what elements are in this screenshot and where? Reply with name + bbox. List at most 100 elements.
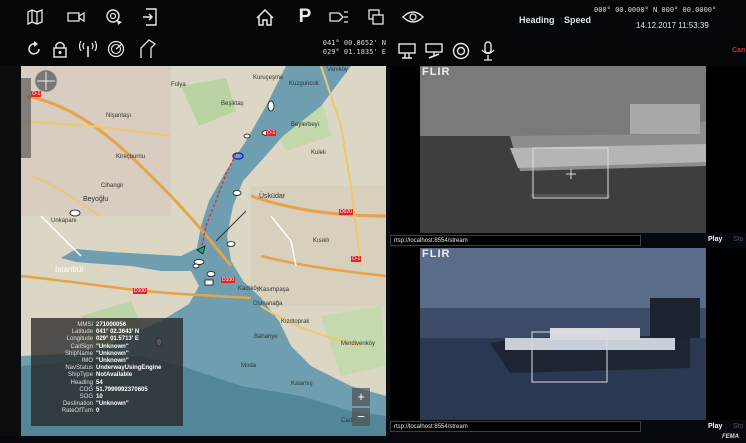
map-label: Vaniköy (327, 67, 348, 73)
antenna-icon[interactable] (78, 39, 98, 59)
ais-info-row: COG 51.7999992370605 (31, 387, 183, 394)
eye-icon[interactable] (401, 8, 425, 26)
map-label: Cihangir (101, 183, 124, 189)
ais-info-key: Latitude (71, 329, 93, 336)
stream-url-input[interactable]: rtsp://localhost:8554/stream (390, 235, 641, 246)
ais-info-value: 51.7999992370605 (96, 386, 148, 393)
latitude-readout: 041° 00.8652' N (322, 39, 386, 47)
map-label: Kısıklı (313, 238, 330, 244)
road-label: O-1 (266, 130, 277, 136)
radar-icon[interactable] (106, 39, 126, 59)
ais-info-row: ShipType NotAvailable (31, 372, 183, 379)
ais-info-row: SOG 10 (31, 394, 183, 401)
map-label: Beşiktaş (221, 101, 244, 107)
ais-info-value: NotAvailable (96, 372, 133, 379)
ais-info-row: Heading 54 (31, 380, 183, 387)
ais-info-value: 54 (96, 379, 103, 386)
ais-info-value: 041° 02.3643' N (96, 329, 140, 336)
zoom-out-button[interactable]: − (352, 408, 370, 426)
map-label: Merdivenköy (341, 341, 376, 347)
ais-info-key: MMSI (77, 322, 93, 328)
stream-url-input[interactable]: rtsp://localhost:8554/stream (390, 421, 641, 432)
play-button[interactable]: Play (708, 423, 722, 430)
ais-info-value: "Unknown" (96, 401, 129, 408)
flir-logo: FLIR (422, 248, 451, 260)
ais-info-key: IMO (81, 358, 93, 365)
ais-info-row: ShipName "Unknown" (31, 351, 183, 358)
ais-info-key: Destination (62, 401, 93, 408)
datetime: 14.12.2017 11:53:39 (636, 21, 709, 30)
home-icon[interactable] (255, 7, 275, 27)
ais-info-value: "Unknown" (96, 343, 129, 350)
parking-icon[interactable]: P (296, 6, 314, 28)
road-label: O-1 (351, 256, 362, 262)
map-label: Üsküdar (259, 193, 286, 200)
anchor-shape-icon[interactable] (138, 38, 158, 60)
camera-pan-icon[interactable] (397, 42, 417, 60)
camera-icon[interactable] (66, 8, 86, 26)
speed-label: Speed (564, 15, 592, 25)
cancel-link-partial[interactable]: Can (732, 47, 745, 54)
map-label: Unkapanı (51, 218, 77, 224)
road-label: D020 (339, 209, 353, 215)
ais-info-key: ShipType (67, 372, 93, 379)
ais-info-key: SOG (79, 394, 93, 401)
light-signal-icon[interactable] (328, 8, 350, 26)
map-label: Kireçburnu (116, 154, 146, 160)
map-label: Kalamış (291, 381, 313, 387)
ais-info-key: ShipName (64, 350, 93, 357)
map-label: Bahariye (254, 334, 278, 340)
ais-info-row: Longitude 029° 01.5713' E (31, 336, 183, 343)
microphone-icon[interactable] (480, 40, 496, 62)
ais-info-key: COG (79, 386, 93, 393)
ais-info-key: RateOfTurn (61, 408, 93, 415)
road-label: D100 (133, 288, 147, 294)
map-label: Beyoğlu (83, 196, 109, 203)
exit-icon[interactable] (141, 7, 159, 27)
ais-info-key: CallSign (70, 343, 93, 350)
ais-info-panel: MMSI 271000056 Latitude 041° 02.3643' N Long… (31, 318, 183, 426)
video-panel-top[interactable]: FLIR (390, 66, 746, 233)
ais-info-row: NavStatus UnderwayUsingEngine (31, 365, 183, 372)
ais-info-key: Heading (70, 379, 93, 386)
map-label: Kuleli (311, 150, 326, 156)
ais-info-value: 029° 01.5713' E (96, 336, 139, 343)
refresh-icon[interactable] (25, 40, 43, 58)
ais-info-row: CallSign "Unknown" (31, 344, 183, 351)
flir-logo: FLIR (422, 66, 451, 78)
stop-button[interactable]: Sto (733, 423, 744, 430)
ais-info-value: UnderwayUsingEngine (96, 365, 162, 372)
ais-info-key: NavStatus (65, 365, 93, 372)
video-panel-bottom[interactable]: FLIR (390, 248, 746, 420)
map-label: Beylerbeyi (291, 122, 320, 128)
stop-button[interactable]: Sto (733, 236, 744, 243)
ais-info-row: MMSI 271000056 (31, 322, 183, 329)
window-icon[interactable] (366, 8, 386, 26)
ais-info-key: Longitude (66, 336, 93, 343)
map-icon[interactable] (25, 8, 45, 26)
ais-info-value: 271000056 (96, 322, 127, 328)
map-label: Moda (241, 363, 257, 369)
map-label: Nişantaşı (106, 113, 132, 119)
ais-info-value: "Unknown" (96, 350, 129, 357)
ais-info-row: Destination "Unknown" (31, 401, 183, 408)
brand-logo: FEMA (722, 434, 739, 440)
ais-info-row: RateOfTurn 0 (31, 408, 183, 415)
road-label: D100 (221, 277, 235, 283)
camera-tilt-icon[interactable] (424, 42, 444, 60)
ais-info-row: IMO "Unknown" (31, 358, 183, 365)
road-label: O-1 (31, 91, 42, 97)
focus-icon[interactable] (451, 41, 471, 61)
coordinate-readout: 000° 00.0000° N 000° 00.0000° (594, 6, 717, 14)
lock-icon[interactable] (52, 39, 68, 59)
zoom-in-button[interactable]: + (352, 388, 370, 406)
play-button[interactable]: Play (708, 236, 722, 243)
map-label: Kadıköy (238, 286, 260, 292)
map-side-strip (0, 66, 21, 436)
longitude-readout: 029° 01.1835' E (322, 48, 386, 56)
footer-bar (0, 436, 746, 443)
ais-info-value: 10 (96, 394, 103, 401)
radar-search-icon[interactable] (104, 7, 124, 27)
map-label: Kızıltoprak (281, 319, 310, 325)
map-label: Fulya (171, 82, 186, 88)
